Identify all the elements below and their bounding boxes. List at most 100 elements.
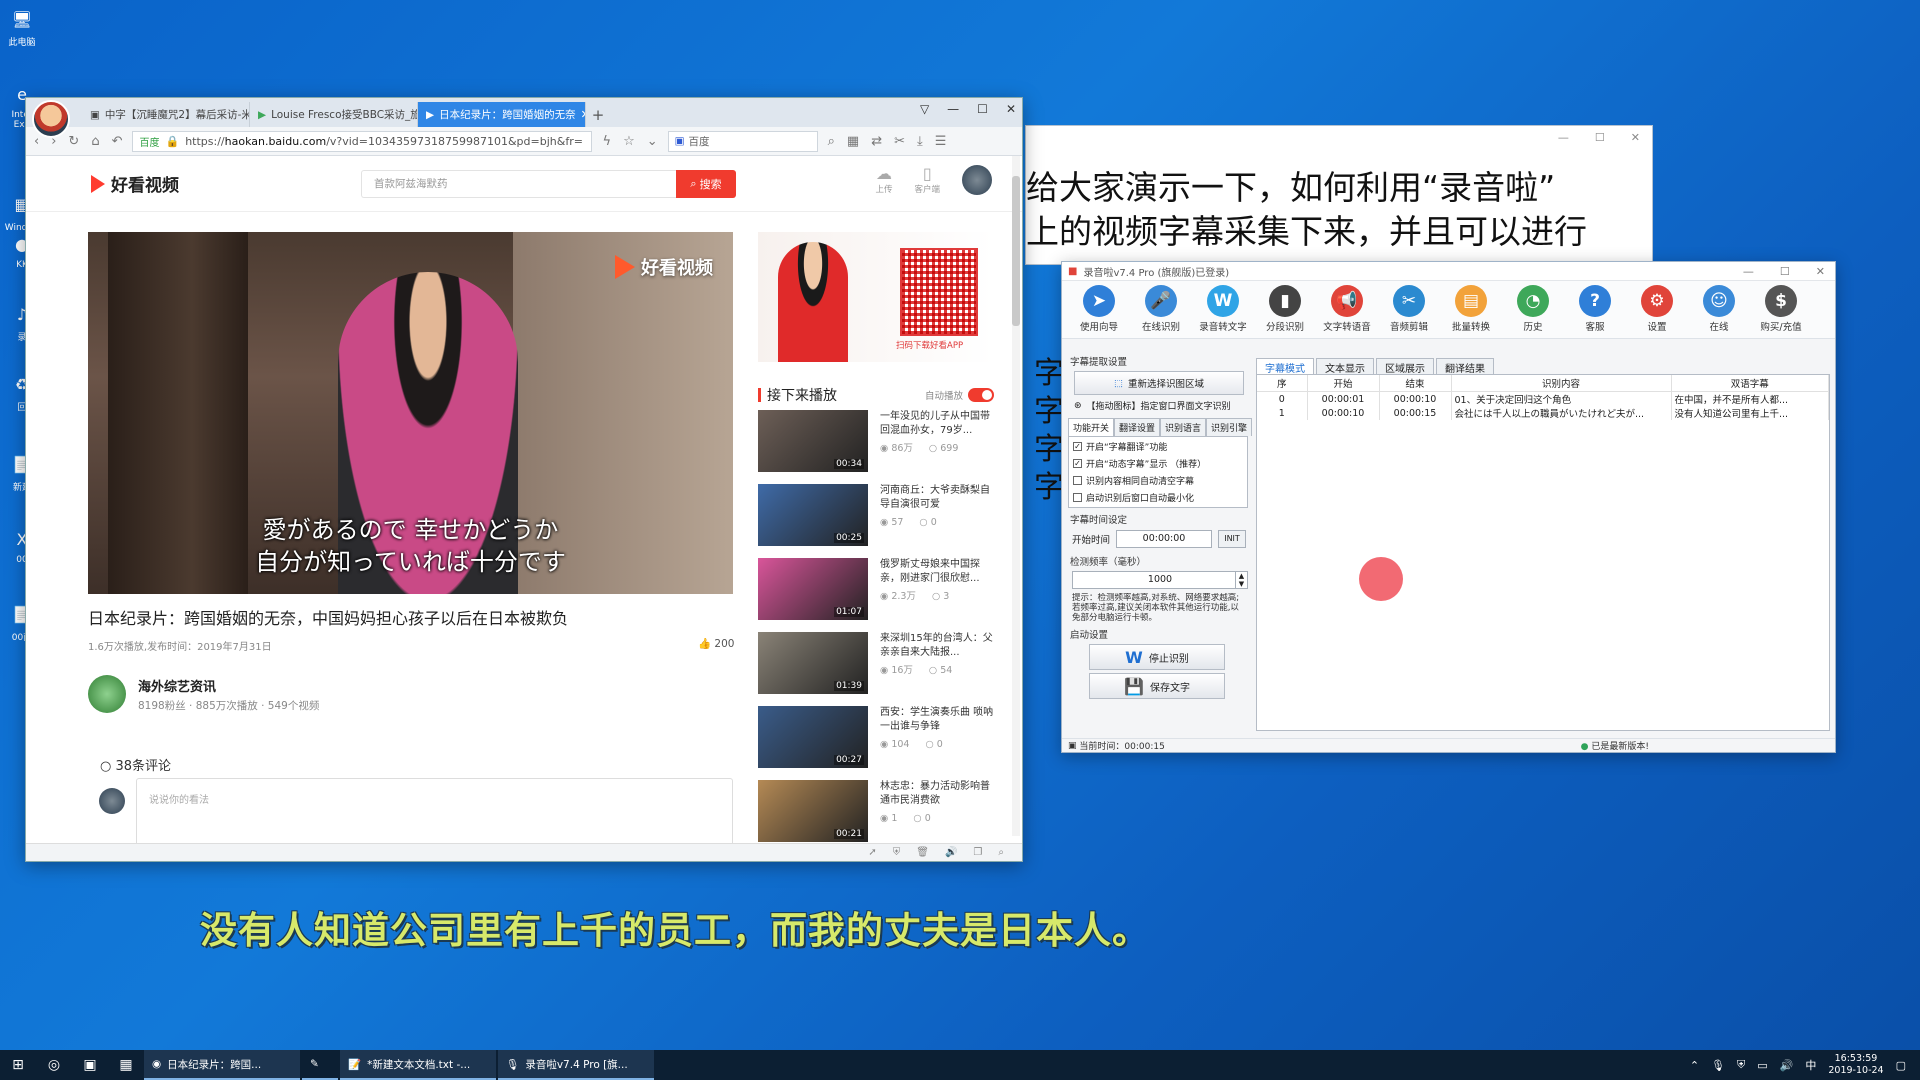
result-tab[interactable]: 文本显示: [1316, 358, 1374, 375]
autoplay-toggle[interactable]: [968, 388, 994, 402]
maximize-icon[interactable]: ☐: [1595, 131, 1605, 144]
column-header[interactable]: 双语字幕: [1671, 375, 1829, 392]
settings-tab[interactable]: 功能开关: [1068, 418, 1114, 436]
network-icon[interactable]: ▭: [1757, 1059, 1767, 1072]
user-avatar[interactable]: [962, 164, 992, 195]
spinner-arrows-icon[interactable]: ▲ ▼: [1235, 572, 1247, 588]
checkbox[interactable]: ✓: [1073, 459, 1082, 468]
notification-icon[interactable]: ▢: [1896, 1059, 1906, 1072]
browser-tab[interactable]: ▶ Louise Fresco接受BBC采访_旅 ✕: [250, 102, 418, 127]
toolbar-button[interactable]: ? 客服: [1564, 285, 1626, 338]
maximize-icon[interactable]: ☐: [1780, 265, 1790, 278]
crosshair-icon[interactable]: ⊛: [1074, 401, 1082, 411]
minimize-icon[interactable]: —: [947, 102, 959, 116]
clock[interactable]: 16:53:59 2019-10-24: [1828, 1053, 1883, 1077]
channel-info[interactable]: 海外综艺资讯 8198粉丝 · 885万次播放 · 549个视频: [88, 675, 319, 713]
minimize-icon[interactable]: —: [1558, 131, 1569, 144]
scissors-icon[interactable]: ✂: [894, 134, 905, 149]
feature-checkbox-row[interactable]: ✓ 开启“字幕翻译”功能: [1073, 440, 1243, 453]
window-icon[interactable]: ❐: [973, 847, 982, 858]
client-button[interactable]: ▯ 客户端: [914, 164, 940, 195]
toolbar-button[interactable]: 🎤 在线识别: [1130, 285, 1192, 338]
channel-avatar[interactable]: [88, 675, 126, 713]
speaker-icon[interactable]: 🔊: [945, 847, 957, 858]
terminal-icon[interactable]: ▣: [72, 1057, 108, 1073]
back-icon[interactable]: ‹: [34, 134, 39, 149]
table-row[interactable]: 0 00:00:01 00:00:10 01、关于决定回归这个角色 在中国，并不是所有人…: [1257, 391, 1829, 406]
minimize-icon[interactable]: —: [1743, 265, 1754, 278]
url-text[interactable]: https://haokan.baidu.com/v?vid=103435973…: [185, 135, 583, 148]
star-icon[interactable]: ☆: [623, 134, 635, 149]
recommendation-item[interactable]: 00:34 一年没见的儿子从中国带回混血孙女，79岁... ◉ 86万 ○ 699: [758, 410, 994, 484]
subtitle-grid[interactable]: 序开始 结束 识别内容 双语字幕 0 00:00:01 00:00:10 01、关于决定回归…: [1256, 374, 1830, 731]
site-search-input[interactable]: 首款阿兹海默药: [361, 169, 676, 198]
recommendation-title[interactable]: 来深圳15年的台湾人：父亲亲自来大陆报...: [880, 632, 994, 660]
taskbar-app-button[interactable]: ◉ 日本纪录片：跨国...: [144, 1050, 300, 1080]
undo-icon[interactable]: ↶: [112, 134, 123, 149]
column-header[interactable]: 开始: [1307, 375, 1380, 392]
column-header[interactable]: 序: [1257, 375, 1308, 392]
recommendation-title[interactable]: 俄罗斯丈母娘来中国探亲，刚进家门很欣慰...: [880, 558, 994, 586]
rocket-icon[interactable]: ➚: [868, 847, 876, 858]
toolbar-button[interactable]: ✂ 音频剪辑: [1378, 285, 1440, 338]
video-player[interactable]: 好看视频 愛があるので 幸せかどうか 自分が知っていれば十分です: [88, 232, 733, 594]
recommendation-item[interactable]: 00:25 河南商丘：大爷卖酥梨自导自演很可爱 ◉ 57 ○ 0: [758, 484, 994, 558]
calculator-icon[interactable]: ▦: [108, 1057, 144, 1073]
chrome-icon[interactable]: ◎: [36, 1057, 72, 1073]
checkbox[interactable]: [1073, 493, 1082, 502]
desktop-icon[interactable]: 🖥 此电脑: [4, 5, 40, 49]
browser-window[interactable]: ▣ 中字【沉睡魔咒2】幕后采访-米 ✕ ▶ Louise Fresco接受BBC…: [25, 97, 1023, 862]
feature-checkbox-row[interactable]: ✓ 开启“动态字幕”显示 （推荐）: [1073, 457, 1243, 470]
translate-icon[interactable]: ⇄: [871, 134, 882, 149]
toolbar-button[interactable]: ☺ 在线: [1688, 285, 1750, 338]
toolbar-button[interactable]: 📢 文字转语音: [1316, 285, 1378, 338]
trash-icon[interactable]: 🗑: [916, 847, 929, 858]
home-icon[interactable]: ⌂: [91, 134, 99, 149]
column-header[interactable]: 识别内容: [1451, 375, 1672, 392]
close-icon[interactable]: ✕: [1631, 131, 1640, 144]
toolbar-button[interactable]: ◔ 历史: [1502, 285, 1564, 338]
volume-icon[interactable]: 🔊: [1780, 1059, 1794, 1072]
app-ad-banner[interactable]: 扫码下载好看APP: [758, 232, 994, 362]
download-icon[interactable]: ⤓: [917, 134, 923, 149]
browser-tab-active[interactable]: ▶ 日本纪录片：跨国婚姻的无奈 ✕: [418, 102, 586, 127]
checkbox[interactable]: ✓: [1073, 442, 1082, 451]
engine-search-input[interactable]: ▣ 百度: [667, 130, 818, 152]
chevron-up-icon[interactable]: ⌃: [1690, 1059, 1699, 1072]
toolbar-button[interactable]: ▤ 批量转换: [1440, 285, 1502, 338]
toolbar-button[interactable]: ➤ 使用向导: [1068, 285, 1130, 338]
recommendation-title[interactable]: 林志忠：暴力活动影响普通市民消费欲: [880, 780, 994, 808]
menu-icon[interactable]: ☰: [935, 134, 947, 149]
taskbar-app-button[interactable]: 🎙 录音啦v7.4 Pro [旗...: [498, 1050, 654, 1080]
settings-tab[interactable]: 识别语言: [1160, 418, 1206, 436]
browser-avatar[interactable]: [32, 100, 70, 138]
apps-icon[interactable]: ▦: [847, 134, 859, 149]
video-thumbnail[interactable]: 01:39: [758, 632, 868, 694]
like-button[interactable]: 👍 200: [698, 637, 734, 650]
result-tab[interactable]: 翻译结果: [1436, 358, 1494, 375]
notepad-text[interactable]: 给大家演示一下，如何利用“录音啦” 上的视频字幕采集下来，并且可以进行: [1026, 166, 1587, 254]
video-thumbnail[interactable]: 00:21: [758, 780, 868, 842]
site-logo[interactable]: 好看视频: [91, 171, 361, 196]
settings-tab[interactable]: 翻译设置: [1114, 418, 1160, 436]
toolbar-button[interactable]: $ 购买/充值: [1750, 285, 1812, 338]
windows-start-icon[interactable]: ⊞: [0, 1057, 36, 1073]
feature-checkbox-row[interactable]: 启动识别后窗口自动最小化: [1073, 491, 1243, 504]
result-tab[interactable]: 区域展示: [1376, 358, 1434, 375]
upload-button[interactable]: ☁ 上传: [875, 164, 892, 195]
chevron-down-icon[interactable]: ⌄: [647, 134, 658, 149]
search-icon[interactable]: ⌕: [828, 134, 835, 149]
notepad-window[interactable]: — ☐ ✕ 给大家演示一下，如何利用“录音啦” 上的视频字幕采集下来，并且可以进…: [1025, 125, 1653, 265]
reselect-region-button[interactable]: ⬚ 重新选择识图区域: [1074, 371, 1244, 395]
shield-icon[interactable]: ⛨: [893, 847, 901, 858]
settings-tab[interactable]: 识别引擎: [1206, 418, 1252, 436]
site-search-button[interactable]: ⌕ 搜索: [676, 169, 736, 198]
close-icon[interactable]: ✕: [1816, 265, 1825, 278]
new-tab-button[interactable]: +: [586, 102, 610, 127]
recommendation-title[interactable]: 一年没见的儿子从中国带回混血孙女，79岁...: [880, 410, 994, 438]
start-time-input[interactable]: 00:00:00: [1116, 530, 1212, 548]
recommendation-item[interactable]: 00:27 西安：学生演奏乐曲 唢呐一出谁与争锋 ◉ 104 ○ 0: [758, 706, 994, 780]
toolbar-button[interactable]: W 录音转文字: [1192, 285, 1254, 338]
shirt-icon[interactable]: ▽: [920, 102, 929, 116]
video-thumbnail[interactable]: 00:25: [758, 484, 868, 546]
